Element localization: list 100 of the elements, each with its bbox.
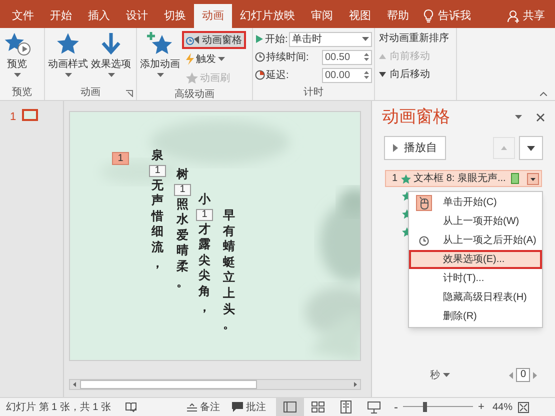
ribbon-button[interactable]: 触发 <box>182 50 246 68</box>
time-unit-dropdown[interactable]: 秒 <box>430 368 450 382</box>
move-down-button[interactable] <box>519 136 543 160</box>
caret-icon <box>362 37 369 41</box>
scroll-right-icon[interactable] <box>532 372 537 378</box>
time-spinner[interactable]: 00.50 <box>322 50 372 64</box>
dialog-launcher-icon[interactable] <box>126 90 133 97</box>
menu-item[interactable]: 隐藏高级日程表(H) <box>409 288 542 307</box>
clock-icon <box>186 34 200 46</box>
play-icon <box>393 144 398 152</box>
poem-text: 早有蜻蜓立上头。 <box>223 208 235 333</box>
clock-icon <box>255 52 265 62</box>
group-label: 动画 <box>80 86 100 100</box>
field-label: 开始: <box>265 32 288 46</box>
ribbon-button[interactable]: 动画样式 <box>47 31 89 83</box>
animation-list-item[interactable]: 1 文本框 8: 泉眼无声... <box>385 170 542 187</box>
reorder-title: 对动画重新排序 <box>379 32 450 46</box>
zoom-slider[interactable] <box>403 402 474 412</box>
zoom-out-button[interactable]: - <box>394 398 398 416</box>
horizontal-scrollbar[interactable] <box>69 379 361 390</box>
play-from-button[interactable]: 播放自 <box>384 136 446 160</box>
projector-screen-icon <box>366 400 382 414</box>
ribbon-tab[interactable]: 插入 <box>80 4 118 28</box>
group-label: 高级动画 <box>174 88 214 102</box>
field-label: 持续时间: <box>266 50 309 64</box>
poem-text: 泉 <box>152 148 164 164</box>
menu-item[interactable]: 从上一项开始(W) <box>409 212 542 231</box>
tell-me-link[interactable]: 告诉我 <box>438 8 471 24</box>
ribbon-button[interactable]: 动画窗格 <box>182 31 246 49</box>
ribbon-button[interactable]: 效果选项 <box>90 31 132 83</box>
notes-button[interactable]: 备注 <box>187 400 220 414</box>
caret-icon <box>108 73 114 77</box>
pane-title: 动画窗格 <box>382 106 450 128</box>
close-icon[interactable] <box>536 112 545 122</box>
animation-tag[interactable]: 1 <box>149 164 166 177</box>
comments-button[interactable]: 批注 <box>232 400 266 414</box>
scroll-thumb[interactable] <box>80 380 257 389</box>
zoom-level: 44% <box>492 400 512 414</box>
move-button[interactable]: 向后移动 <box>379 67 456 82</box>
down-triangle-icon <box>379 72 386 77</box>
zoom-in-button[interactable]: + <box>478 398 484 416</box>
poem-text: 才露尖尖角， <box>198 222 210 316</box>
ribbon-tab[interactable]: 开始 <box>42 4 80 28</box>
pane-options-icon[interactable] <box>515 115 522 119</box>
up-triangle-icon <box>379 54 386 59</box>
caret-icon <box>14 73 20 77</box>
poem-text: 无声惜细流， <box>152 178 164 272</box>
poem-text: 树 <box>176 167 188 183</box>
lightning-icon <box>186 53 194 65</box>
animation-tag[interactable]: 1 <box>174 184 191 196</box>
ribbon-tab[interactable]: 设计 <box>118 4 156 28</box>
spinner-arrows-icon <box>364 70 369 80</box>
dropdown-icon[interactable] <box>527 172 539 184</box>
zoom-counter[interactable]: 0 <box>516 368 530 382</box>
slide-counter: 幻灯片 第 1 张，共 1 张 <box>6 400 112 414</box>
menu-item[interactable]: 效果选项(E)... <box>409 250 542 269</box>
ribbon-tab[interactable]: 帮助 <box>379 4 417 28</box>
ribbon-tab[interactable]: 审阅 <box>303 4 341 28</box>
menu-item[interactable]: 从上一项之后开始(A) <box>409 231 542 250</box>
star-icon <box>400 174 411 184</box>
ribbon-button[interactable]: 预览 <box>2 31 32 83</box>
book-icon <box>338 400 354 414</box>
ribbon-button[interactable]: 添加动画 <box>139 31 181 83</box>
collapse-ribbon-icon[interactable] <box>540 92 547 96</box>
slider-thumb[interactable] <box>422 402 427 412</box>
start-dropdown[interactable]: 单击时 <box>288 32 372 46</box>
lightbulb-icon[interactable] <box>423 9 434 23</box>
book-check-icon[interactable] <box>125 402 138 412</box>
speech-bubble-icon <box>232 402 244 412</box>
normal-view-icon <box>282 400 298 414</box>
caret-icon <box>443 373 450 377</box>
poem-text: 小 <box>198 192 210 208</box>
ribbon-tab[interactable]: 动画 <box>194 4 232 28</box>
time-spinner[interactable]: 00.00 <box>322 68 372 82</box>
clock-icon <box>419 236 429 246</box>
slide-thumbnail[interactable] <box>22 109 38 121</box>
star-icon <box>186 72 198 84</box>
fit-to-window-icon[interactable] <box>518 402 530 412</box>
caret-icon <box>218 57 225 61</box>
spinner-arrows-icon <box>364 52 369 62</box>
share-button[interactable]: 共享 <box>507 4 555 28</box>
view-button[interactable] <box>276 398 304 416</box>
ribbon-tab[interactable]: 文件 <box>4 4 42 28</box>
caret-icon <box>156 73 164 77</box>
play-icon <box>255 34 264 44</box>
menu-item[interactable]: 计时(T)... <box>409 269 542 288</box>
delay-icon <box>255 70 265 80</box>
group-label: 预览 <box>12 86 32 100</box>
ribbon-tab[interactable]: 幻灯片放映 <box>232 4 303 28</box>
slide-number: 1 <box>10 110 16 125</box>
grid-icon <box>310 400 326 414</box>
menu-item[interactable]: 单击开始(C) <box>409 193 542 212</box>
menu-item[interactable]: 删除(R) <box>409 307 542 326</box>
animation-tag[interactable]: 1 <box>112 152 129 165</box>
star-play-icon <box>3 31 31 57</box>
ribbon-tab[interactable]: 视图 <box>341 4 379 28</box>
notes-icon <box>187 402 198 412</box>
animation-tag[interactable]: 1 <box>196 208 213 221</box>
field-label: 延迟: <box>266 68 289 82</box>
ribbon-tab[interactable]: 切换 <box>156 4 194 28</box>
